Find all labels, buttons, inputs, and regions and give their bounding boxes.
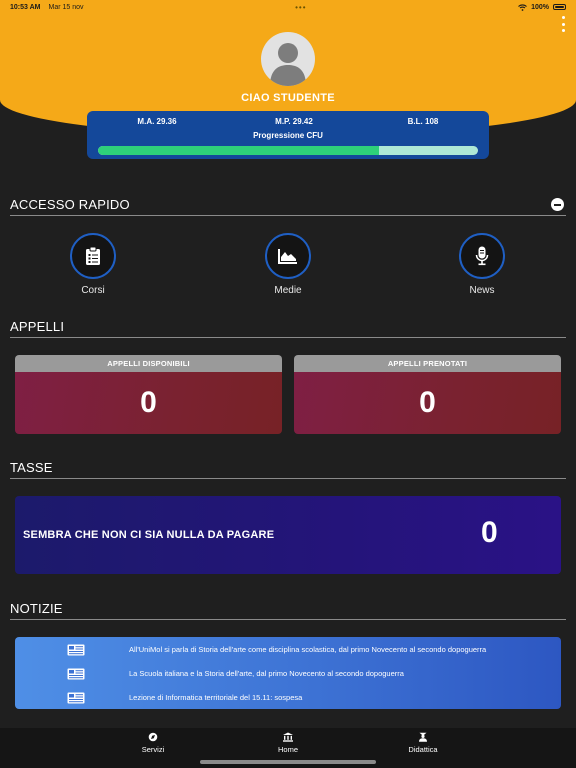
- appelli-prenotati-label: APPELLI PRENOTATI: [294, 355, 561, 372]
- section-title-appelli: APPELLI: [10, 320, 566, 338]
- appelli-title: APPELLI: [10, 319, 65, 334]
- nav-label: Didattica: [408, 745, 438, 754]
- quick-access-label: Corsi: [81, 285, 105, 296]
- compass-icon: [148, 732, 158, 742]
- news-title: All'UniMol si parla di Storia dell'arte …: [129, 645, 487, 654]
- newspaper-icon: [67, 668, 85, 680]
- status-time: 10:53 AM: [10, 3, 41, 11]
- notizie-title: NOTIZIE: [10, 601, 63, 616]
- graduation-icon: [419, 732, 427, 742]
- stat-ma: M.A. 29.36: [137, 117, 177, 126]
- nav-servizi[interactable]: Servizi: [113, 732, 193, 754]
- microphone-icon: [475, 246, 489, 266]
- quick-access-medie[interactable]: Medie: [243, 233, 333, 296]
- appelli-disponibili-card[interactable]: APPELLI DISPONIBILI 0: [15, 355, 282, 434]
- status-bar: 10:53 AM Mar 15 nov ••• 100%: [0, 0, 576, 14]
- multitasking-dots-icon[interactable]: •••: [295, 3, 306, 12]
- section-title-quick-access: ACCESSO RAPIDO: [10, 198, 566, 216]
- collapse-icon[interactable]: [551, 198, 564, 211]
- quick-access-corsi[interactable]: Corsi: [48, 233, 138, 296]
- news-item[interactable]: La Scuola italiana e la Storia dell'arte…: [15, 666, 561, 682]
- cfu-progress-fill: [98, 146, 380, 155]
- tasse-count: 0: [481, 516, 498, 549]
- area-chart-icon: [278, 249, 297, 264]
- progress-title: Progressione CFU: [253, 131, 323, 140]
- nav-label: Servizi: [141, 745, 165, 754]
- quick-access-label: Medie: [274, 285, 302, 296]
- nav-home[interactable]: Home: [248, 732, 328, 754]
- appelli-disponibili-label: APPELLI DISPONIBILI: [15, 355, 282, 372]
- quick-access-label: News: [469, 285, 495, 296]
- appelli-prenotati-card[interactable]: APPELLI PRENOTATI 0: [294, 355, 561, 434]
- nav-didattica[interactable]: Didattica: [383, 732, 463, 754]
- quick-access-news[interactable]: News: [437, 233, 527, 296]
- user-silhouette-icon: [270, 43, 306, 86]
- news-title: La Scuola italiana e la Storia dell'arte…: [129, 669, 404, 678]
- tasse-message: SEMBRA CHE NON CI SIA NULLA DA PAGARE: [23, 529, 275, 541]
- cfu-progress-bar: [98, 146, 478, 155]
- quick-access-title: ACCESSO RAPIDO: [10, 197, 130, 212]
- wifi-icon: [518, 3, 527, 11]
- news-card: All'UniMol si parla di Storia dell'arte …: [15, 637, 561, 709]
- news-item[interactable]: All'UniMol si parla di Storia dell'arte …: [15, 642, 561, 658]
- avatar[interactable]: [261, 32, 315, 86]
- more-options-icon[interactable]: [560, 16, 566, 32]
- nav-label: Home: [277, 745, 298, 754]
- home-indicator[interactable]: [200, 760, 376, 764]
- cfu-card[interactable]: M.A. 29.36 M.P. 29.42 B.L. 108 Progressi…: [87, 111, 489, 159]
- section-title-notizie: NOTIZIE: [10, 602, 566, 620]
- section-title-tasse: TASSE: [10, 461, 566, 479]
- newspaper-icon: [67, 692, 85, 704]
- tasse-title: TASSE: [10, 460, 53, 475]
- appelli-prenotati-count: 0: [294, 372, 561, 434]
- news-item[interactable]: Lezione di Informatica territoriale del …: [15, 690, 561, 706]
- newspaper-icon: [67, 644, 85, 656]
- stat-mp: M.P. 29.42: [275, 117, 313, 126]
- clipboard-icon: [86, 246, 100, 265]
- news-title: Lezione di Informatica territoriale del …: [129, 693, 303, 702]
- stat-bl: B.L. 108: [407, 117, 439, 126]
- battery-percent: 100%: [531, 3, 549, 11]
- bank-icon: [283, 732, 293, 742]
- appelli-disponibili-count: 0: [15, 372, 282, 434]
- tasse-card[interactable]: SEMBRA CHE NON CI SIA NULLA DA PAGARE 0: [15, 496, 561, 574]
- greeting-text: CIAO STUDENTE: [241, 92, 335, 104]
- battery-icon: [552, 4, 566, 10]
- status-date: Mar 15 nov: [48, 3, 84, 11]
